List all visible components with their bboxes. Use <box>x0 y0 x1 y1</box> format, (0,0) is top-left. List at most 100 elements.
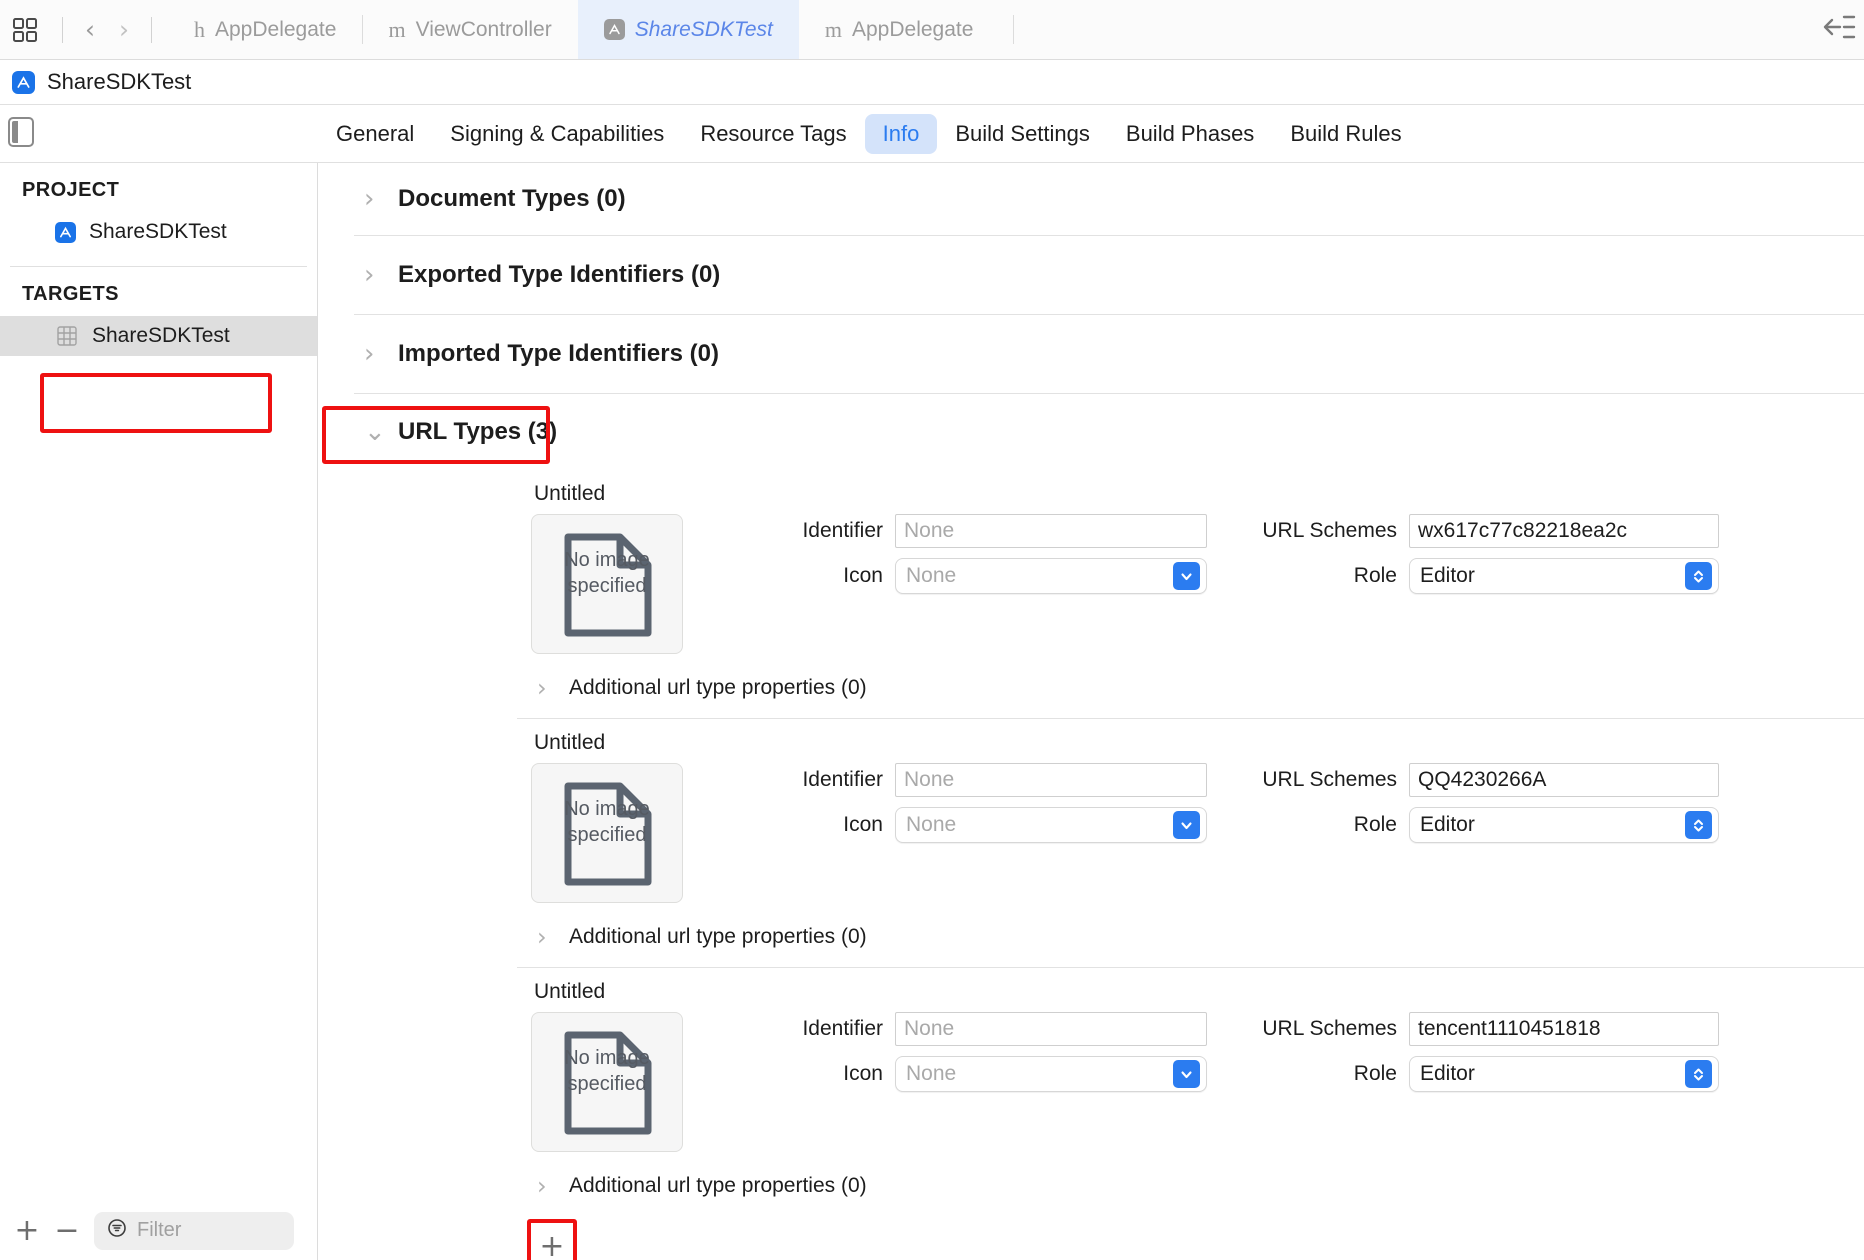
no-image-label: No image specified <box>532 1045 682 1098</box>
inspector-toggle-icon[interactable] <box>8 117 34 147</box>
icon-label: Icon <box>751 813 883 837</box>
url-type-item: Untitled No image specified Identifier <box>319 968 1864 1216</box>
left-field-column: Identifier None Icon None <box>751 1012 1207 1152</box>
url-type-name[interactable]: Untitled <box>319 719 1864 763</box>
chevron-right-icon[interactable]: › <box>364 341 382 367</box>
chevron-down-icon[interactable] <box>1173 811 1200 839</box>
identifier-label: Identifier <box>751 768 883 792</box>
target-icon <box>55 324 79 348</box>
role-row: Role Editor <box>1245 807 1719 843</box>
remove-target-button[interactable]: − <box>54 1216 80 1246</box>
icon-image-well[interactable]: No image specified <box>531 763 683 903</box>
divider <box>1013 15 1014 44</box>
chevron-left-icon[interactable]: ‹ <box>73 13 107 47</box>
right-field-column: URL Schemes tencent1110451818 Role Edito… <box>1245 1012 1719 1152</box>
additional-properties-row[interactable]: › Additional url type properties (0) <box>319 1152 1864 1216</box>
tab-info[interactable]: Info <box>865 114 938 154</box>
icon-popup-button[interactable]: None <box>895 1056 1207 1092</box>
identifier-input[interactable]: None <box>895 514 1207 548</box>
breadcrumb-project-name[interactable]: ShareSDKTest <box>47 69 191 95</box>
icon-row: Icon None <box>751 558 1207 594</box>
url-type-fields: Identifier None Icon None <box>683 514 1864 654</box>
url-type-name[interactable]: Untitled <box>319 470 1864 514</box>
tab-signing-capabilities[interactable]: Signing & Capabilities <box>432 114 682 154</box>
icon-row: Icon None <box>751 1056 1207 1092</box>
grid-icon[interactable] <box>10 15 40 45</box>
url-schemes-input[interactable]: QQ4230266A <box>1409 763 1719 797</box>
add-target-button[interactable]: + <box>14 1216 40 1246</box>
identifier-label: Identifier <box>751 1017 883 1041</box>
section-title: Document Types (0) <box>398 185 626 213</box>
up-down-chevron-icon[interactable] <box>1685 1060 1712 1088</box>
left-field-column: Identifier None Icon None <box>751 763 1207 903</box>
role-popup-button[interactable]: Editor <box>1409 807 1719 843</box>
right-field-column: URL Schemes wx617c77c82218ea2c Role Edit… <box>1245 514 1719 654</box>
url-type-fields: Identifier None Icon None <box>683 763 1864 903</box>
section-url-types[interactable]: ⌄ URL Types (3) <box>319 394 1864 470</box>
role-popup-button[interactable]: Editor <box>1409 1056 1719 1092</box>
tab-label: AppDelegate <box>215 18 336 42</box>
add-url-type-button[interactable]: + <box>531 1226 573 1260</box>
url-type-body: No image specified Identifier None Icon … <box>319 763 1864 903</box>
identifier-input[interactable]: None <box>895 1012 1207 1046</box>
icon-popup-button[interactable]: None <box>895 558 1207 594</box>
additional-properties-row[interactable]: › Additional url type properties (0) <box>319 903 1864 967</box>
filter-placeholder: Filter <box>137 1219 181 1242</box>
up-down-chevron-icon[interactable] <box>1685 811 1712 839</box>
filter-input[interactable]: Filter <box>94 1212 294 1250</box>
app-store-icon <box>604 19 625 40</box>
sidebar-item-target-sharesdktest[interactable]: ShareSDKTest <box>0 316 317 356</box>
url-schemes-input[interactable]: tencent1110451818 <box>1409 1012 1719 1046</box>
url-type-item: Untitled No image specified Identifier <box>319 719 1864 968</box>
role-row: Role Editor <box>1245 1056 1719 1092</box>
url-type-body: No image specified Identifier None Icon … <box>319 514 1864 654</box>
additional-properties-row[interactable]: › Additional url type properties (0) <box>319 654 1864 718</box>
tab-bar-trailing <box>1810 0 1864 59</box>
divider <box>62 17 63 43</box>
section-document-types[interactable]: › Document Types (0) <box>319 163 1864 235</box>
tab-label: ShareSDKTest <box>635 18 773 42</box>
icon-image-well[interactable]: No image specified <box>531 514 683 654</box>
editor-tab-bar: ‹ › h AppDelegate m ViewController <box>0 0 1864 60</box>
project-editor-tab-bar: General Signing & Capabilities Resource … <box>0 105 1864 163</box>
url-schemes-label: URL Schemes <box>1245 1017 1397 1041</box>
tab-sharesdktest-project[interactable]: ShareSDKTest <box>578 0 799 59</box>
chevron-down-icon[interactable] <box>1173 1060 1200 1088</box>
role-label: Role <box>1245 813 1397 837</box>
chevron-down-icon[interactable] <box>1173 562 1200 590</box>
tab-build-settings[interactable]: Build Settings <box>937 114 1108 154</box>
file-type-icon: m <box>825 17 842 43</box>
chevron-down-icon[interactable]: ⌄ <box>364 419 382 445</box>
chevron-right-icon[interactable]: › <box>364 186 382 212</box>
file-type-icon: m <box>388 17 405 43</box>
tab-resource-tags[interactable]: Resource Tags <box>682 114 864 154</box>
navigator-toggle-icon[interactable] <box>1810 9 1856 50</box>
tab-viewcontroller-m[interactable]: m ViewController <box>362 0 577 59</box>
tab-build-rules[interactable]: Build Rules <box>1272 114 1419 154</box>
icon-image-well[interactable]: No image specified <box>531 1012 683 1152</box>
icon-popup-button[interactable]: None <box>895 807 1207 843</box>
section-imported-type-identifiers[interactable]: › Imported Type Identifiers (0) <box>319 315 1864 393</box>
section-exported-type-identifiers[interactable]: › Exported Type Identifiers (0) <box>319 236 1864 314</box>
role-value: Editor <box>1420 813 1685 837</box>
chevron-right-icon[interactable]: › <box>107 13 141 47</box>
identifier-input[interactable]: None <box>895 763 1207 797</box>
chevron-right-icon[interactable]: › <box>537 676 555 700</box>
tab-appdelegate-m[interactable]: m AppDelegate <box>799 0 1000 59</box>
tab-general[interactable]: General <box>318 114 432 154</box>
chevron-right-icon[interactable]: › <box>364 262 382 288</box>
sidebar-item-project-sharesdktest[interactable]: ShareSDKTest <box>0 212 317 252</box>
role-row: Role Editor <box>1245 558 1719 594</box>
chevron-right-icon[interactable]: › <box>537 1174 555 1198</box>
url-schemes-row: URL Schemes QQ4230266A <box>1245 763 1719 797</box>
icon-label: Icon <box>751 1062 883 1086</box>
url-type-name[interactable]: Untitled <box>319 968 1864 1012</box>
icon-row: Icon None <box>751 807 1207 843</box>
no-image-label: No image specified <box>532 796 682 849</box>
role-popup-button[interactable]: Editor <box>1409 558 1719 594</box>
chevron-right-icon[interactable]: › <box>537 925 555 949</box>
tab-appdelegate-h[interactable]: h AppDelegate <box>168 0 362 59</box>
up-down-chevron-icon[interactable] <box>1685 562 1712 590</box>
tab-build-phases[interactable]: Build Phases <box>1108 114 1272 154</box>
url-schemes-input[interactable]: wx617c77c82218ea2c <box>1409 514 1719 548</box>
